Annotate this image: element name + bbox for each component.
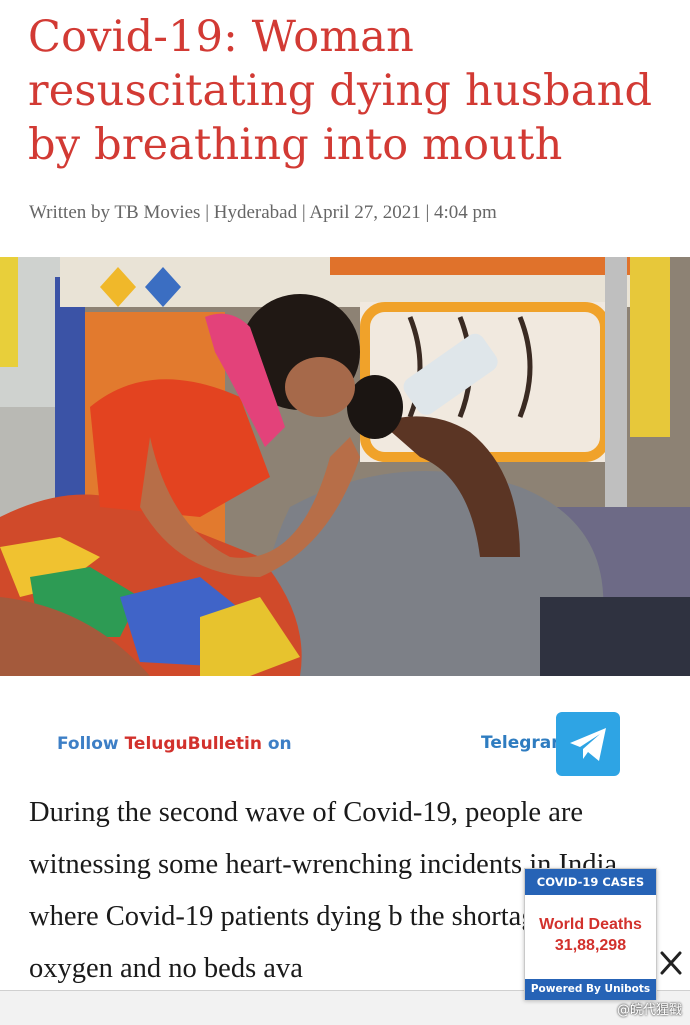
article-photo-illustration [0,257,690,676]
telegram-button[interactable] [556,712,620,776]
follow-word: Follow [57,734,119,754]
widget-header: COVID-19 CASES [525,869,656,895]
telegram-paper-plane-icon [570,728,606,761]
article-byline: Written by TB Movies | Hyderabad | April… [29,202,497,223]
follow-on-word: on [267,734,292,754]
world-deaths-value: 31,88,298 [554,937,627,954]
article-headline: Covid-19: Woman resuscitating dying husb… [28,12,653,170]
brand-name: TeluguBulletin [124,734,262,754]
article-photo [0,257,690,676]
widget-footer[interactable]: Powered By Unibots [525,979,656,1000]
close-icon [660,951,682,975]
world-deaths-label: World Deaths [539,916,642,933]
close-widget-button[interactable] [657,945,685,981]
follow-text: Follow TeluguBulletin on [57,734,292,754]
follow-telegram-banner[interactable]: Follow TeluguBulletin on Telegram [0,700,690,790]
covid-cases-widget[interactable]: COVID-19 CASES World Deaths 31,88,298 Po… [524,868,657,1000]
watermark-text: @皖代猩戳 [616,1003,682,1018]
